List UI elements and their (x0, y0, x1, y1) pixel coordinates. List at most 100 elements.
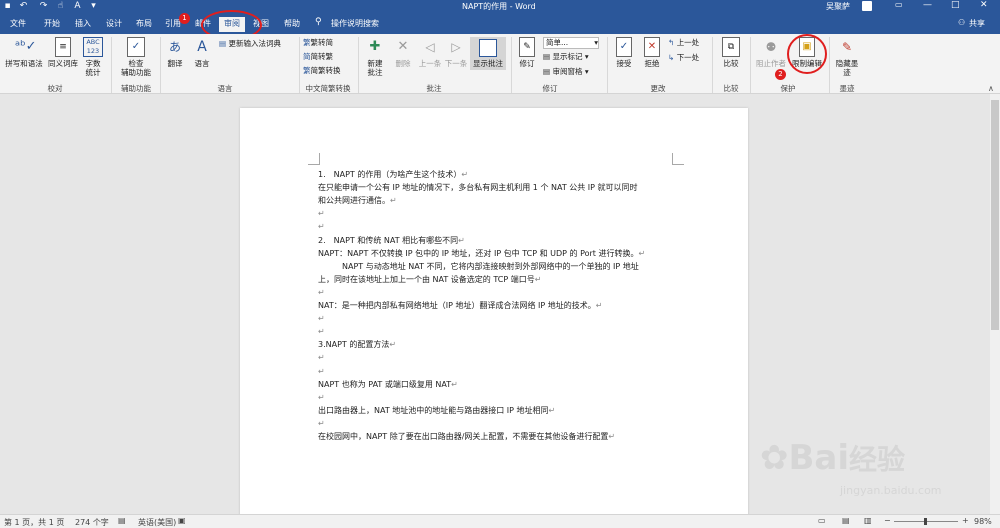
document-line[interactable]: NAPT：NAPT 不仅转换 IP 包中的 IP 地址，还对 IP 包中 TCP… (318, 249, 645, 259)
close-icon[interactable]: ✕ (980, 0, 988, 10)
document-line[interactable]: 1. NAPT 的作用（为啥产生这个技术）↵ (318, 170, 468, 180)
customize-qat-icon[interactable]: ▾ (88, 1, 99, 12)
paragraph-mark: ↵ (318, 353, 325, 363)
check-accessibility-button[interactable]: ✓ 检查 辅助功能 (116, 37, 156, 77)
document-line[interactable]: NAPT 也称为 PAT 或端口级复用 NAT↵ (318, 380, 458, 390)
previous-comment-button[interactable]: ◁ 上一条 (418, 37, 442, 68)
scrollbar-thumb[interactable] (991, 100, 999, 330)
tab-design[interactable]: 设计 (106, 18, 122, 29)
document-line[interactable]: ↵ (318, 327, 325, 337)
word-count[interactable]: 274 个字 (75, 517, 109, 528)
language-status[interactable]: 英语(美国) (138, 517, 176, 528)
vertical-scrollbar[interactable] (990, 94, 1000, 514)
new-comment-button[interactable]: ✚ 新建 批注 (362, 37, 388, 77)
proofing-status-icon[interactable]: ▤ (118, 516, 126, 525)
next-comment-icon: ▷ (451, 40, 461, 54)
document-line[interactable]: 出口路由器上，NAT 地址池中的地址能与路由器接口 IP 地址相同↵ (318, 406, 555, 416)
tab-file[interactable]: 文件 (10, 18, 26, 29)
document-line[interactable]: ↵ (318, 419, 325, 429)
share-button[interactable]: 共享 (969, 18, 985, 29)
markup-mode-select[interactable]: 简单... ▾ (543, 37, 599, 49)
thesaurus-button[interactable]: ≡ 同义词库 (46, 37, 80, 68)
line-text: 出口路由器上，NAT 地址池中的地址能与路由器接口 IP 地址相同 (318, 405, 549, 415)
compare-button[interactable]: ⧉ 比较 (718, 37, 744, 68)
chinese-convert-button[interactable]: 繁简繁转换 (303, 66, 341, 76)
simp-to-trad-button[interactable]: 简简转繁 (303, 52, 333, 62)
tab-layout[interactable]: 布局 (136, 18, 152, 29)
next-change-button[interactable]: ↳ 下一处 (668, 53, 699, 63)
delete-comment-button[interactable]: ✕ 删除 (390, 37, 416, 68)
document-line[interactable]: NAT：是一种把内部私有网络地址（IP 地址）翻译成合法网络 IP 地址的技术。… (318, 301, 602, 311)
block-authors-button[interactable]: ⚉ 阻止作者 (754, 37, 788, 68)
document-line[interactable]: ↵ (318, 222, 325, 232)
show-comments-button[interactable]: 显示批注 (470, 37, 506, 70)
zoom-slider[interactable] (894, 518, 958, 525)
check-label-2: 辅助功能 (121, 68, 151, 77)
document-line[interactable]: ↵ (318, 209, 325, 219)
document-line[interactable]: ↵ (318, 288, 325, 298)
previous-change-icon: ↰ (668, 38, 675, 47)
spelling-grammar-button[interactable]: ᵃᵇ✓ 拼写和语法 (5, 37, 43, 68)
macro-icon[interactable]: ▣ (178, 516, 186, 525)
watermark-brand: ✿Bai经验 (760, 438, 905, 478)
document-line[interactable]: 3.NAPT 的配置方法↵ (318, 340, 396, 350)
delete-label: 删除 (395, 59, 411, 68)
avatar[interactable] (862, 1, 872, 11)
document-page[interactable]: 1. NAPT 的作用（为啥产生这个技术）↵ 在只能申请一个公有 IP 地址的情况… (240, 108, 748, 516)
document-line[interactable]: 在只能申请一个公有 IP 地址的情况下，多台私有网主机利用 1 个 NAT 公共… (318, 183, 638, 193)
reviewing-pane-button[interactable]: ▤ 审阅窗格 ▾ (543, 67, 589, 77)
save-icon[interactable]: ▪ (2, 1, 13, 12)
reject-button[interactable]: ✕ 拒绝 (640, 37, 664, 68)
document-line[interactable]: 在校园网中，NAPT 除了要在出口路由器/网关上配置，不需要在其他设备进行配置↵ (318, 432, 615, 442)
document-line[interactable]: ↵ (318, 314, 325, 324)
tab-help[interactable]: 帮助 (284, 18, 300, 29)
line-text: NAPT 与动态地址 NAT 不同，它将内部连接映射到外部网络中的一个单独的 I… (318, 261, 639, 271)
show-markup-button[interactable]: ▤ 显示标记 ▾ (543, 52, 589, 62)
touch-mode-icon[interactable]: ☝ (55, 1, 66, 12)
zoom-out-icon[interactable]: − (884, 516, 891, 525)
translate-button[interactable]: あ 翻译 (164, 37, 186, 68)
document-line[interactable]: NAPT 与动态地址 NAT 不同，它将内部连接映射到外部网络中的一个单独的 I… (318, 262, 639, 272)
show-markup-label: 显示标记 (552, 52, 583, 61)
document-line[interactable]: 2. NAPT 和传统 NAT 相比有哪些不同↵ (318, 236, 465, 246)
ribbon-display-icon[interactable]: ▭ (895, 0, 903, 9)
page-count[interactable]: 第 1 页，共 1 页 (4, 517, 64, 528)
focus-mode-icon[interactable]: ▭ (818, 516, 826, 525)
markup-mode-value: 简单... (546, 38, 569, 47)
zoom-level[interactable]: 98% (974, 517, 992, 526)
document-line[interactable]: 上，同时在该地址上加上一个由 NAT 设备选定的 TCP 端口号↵ (318, 275, 541, 285)
show-comments-label: 显示批注 (473, 59, 503, 68)
line-text: 上，同时在该地址上加上一个由 NAT 设备选定的 TCP 端口号 (318, 274, 535, 284)
document-line[interactable]: ↵ (318, 353, 325, 363)
convert-icon: 繁 (303, 66, 311, 75)
document-line[interactable]: ↵ (318, 367, 325, 377)
zoom-in-icon[interactable]: + (962, 516, 969, 525)
track-changes-button[interactable]: ✎ 修订 (515, 37, 539, 68)
document-line[interactable]: ↵ (318, 393, 325, 403)
print-layout-icon[interactable]: ▤ (842, 516, 850, 525)
language-button[interactable]: A 语言 (190, 37, 214, 68)
tab-home[interactable]: 开始 (44, 18, 60, 29)
previous-change-button[interactable]: ↰ 上一处 (668, 38, 699, 48)
language-label: 语言 (194, 59, 210, 68)
line-text: 2. NAPT 和传统 NAT 相比有哪些不同 (318, 235, 459, 245)
font-color-icon[interactable]: A (72, 1, 83, 12)
next-comment-button[interactable]: ▷ 下一条 (444, 37, 468, 68)
thesaurus-label: 同义词库 (48, 59, 78, 68)
document-line[interactable]: 和公共网进行通信。↵ (318, 196, 397, 206)
maximize-icon[interactable]: □ (951, 0, 960, 10)
redo-icon[interactable]: ↷ (38, 1, 49, 12)
update-ime-dictionary-button[interactable]: ▤ 更新输入法词典 (219, 39, 281, 49)
accept-button[interactable]: ✓ 接受 (612, 37, 636, 68)
trad-to-simp-button[interactable]: 繁繁转简 (303, 38, 333, 48)
minimize-icon[interactable]: — (923, 0, 932, 10)
word-count-button[interactable]: ABC 123 字数 统计 (82, 37, 104, 77)
collapse-ribbon-icon[interactable]: ∧ (988, 84, 994, 93)
zoom-slider-thumb[interactable] (924, 518, 928, 525)
tell-me-search[interactable]: 操作说明搜索 (331, 18, 379, 29)
tab-insert[interactable]: 插入 (75, 18, 91, 29)
hide-ink-button[interactable]: ✎ 隐藏墨 迹 (832, 37, 862, 77)
undo-icon[interactable]: ↶ (18, 1, 29, 12)
user-name[interactable]: 吴聚萨 (826, 1, 850, 12)
web-layout-icon[interactable]: ▥ (864, 516, 872, 525)
